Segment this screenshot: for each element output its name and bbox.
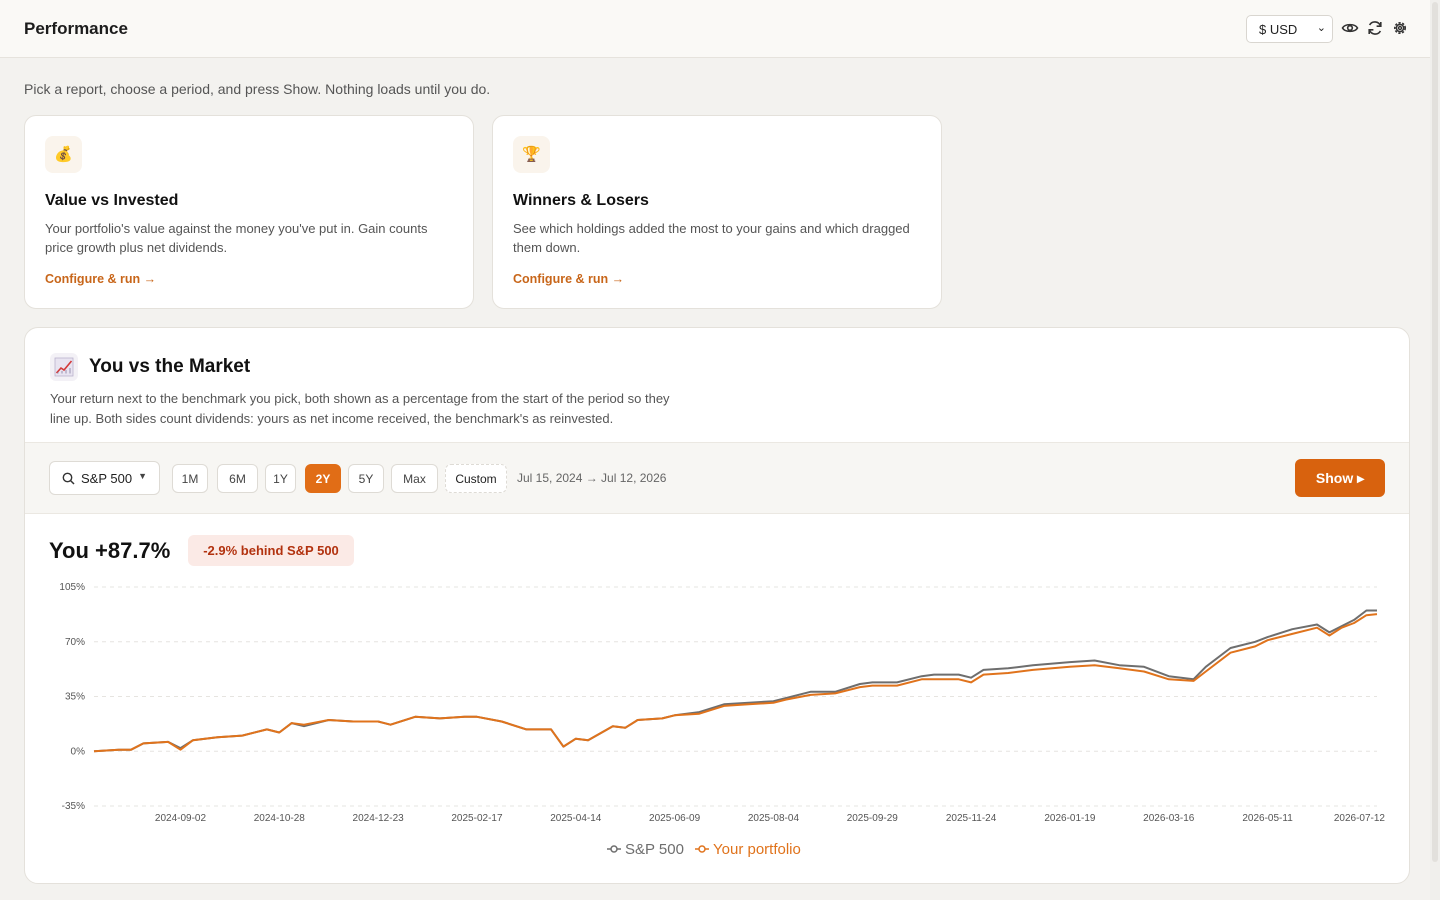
x-tick-label: 2024-12-23: [353, 813, 405, 824]
legend-label: S&P 500: [625, 841, 684, 858]
x-tick-label: 2025-08-04: [748, 813, 800, 824]
card-description: Your portfolio's value against the money…: [45, 221, 428, 255]
y-tick-label: 105%: [59, 582, 85, 593]
top-bar: Performance $ USD ⌄: [0, 0, 1430, 58]
eye-icon[interactable]: [1341, 19, 1359, 37]
x-tick-label: 2024-09-02: [155, 813, 207, 824]
currency-select[interactable]: $ USD ⌄: [1246, 15, 1333, 43]
x-tick-label: 2026-05-11: [1242, 813, 1293, 824]
report-card-winners-losers[interactable]: 🏆 Winners & Losers See which holdings ad…: [492, 115, 942, 309]
page-title: Performance: [24, 19, 128, 38]
x-tick-label: 2026-01-19: [1044, 813, 1096, 824]
refresh-icon[interactable]: [1366, 19, 1384, 37]
you-vs-market-panel: You vs the Market Your return next to th…: [24, 327, 1410, 884]
x-tick-label: 2025-06-09: [649, 813, 701, 824]
y-tick-label: 35%: [65, 692, 85, 703]
configure-run-link[interactable]: Configure & run →: [513, 272, 624, 286]
settings-icon[interactable]: [1391, 19, 1409, 37]
series-line-portfolio: [93, 613, 1378, 753]
trophy-icon: 🏆: [513, 136, 550, 173]
y-tick-label: 0%: [71, 746, 86, 757]
intro-text: Pick a report, choose a period, and pres…: [24, 81, 491, 97]
chevron-down-icon: ⌄: [1316, 22, 1326, 34]
card-title: Value vs Invested: [45, 192, 179, 209]
y-tick-label: 70%: [65, 637, 85, 648]
money-bag-icon: 💰: [45, 136, 82, 173]
performance-line-chart: 105% 70% 35% 0% -35% 2024-09-02 2024-10-28 2024…: [59, 582, 1386, 858]
x-tick-label: 2025-04-14: [550, 813, 602, 824]
x-tick-label: 2024-10-28: [254, 813, 306, 824]
card-description: See which holdings added the most to you…: [513, 221, 910, 255]
report-card-value-vs-invested[interactable]: 💰 Value vs Invested Your portfolio's val…: [24, 115, 474, 309]
x-tick-label: 2025-02-17: [451, 813, 503, 824]
legend-marker-dot: [698, 845, 706, 853]
y-tick-label: -35%: [62, 801, 85, 812]
legend-marker-dot: [610, 845, 618, 853]
legend-label: Your portfolio: [713, 841, 801, 858]
x-tick-label: 2026-07-12: [1334, 813, 1386, 824]
scrollbar-thumb[interactable]: [1432, 2, 1438, 862]
currency-value: $ USD: [1259, 22, 1298, 37]
card-title: Winners & Losers: [513, 192, 649, 209]
configure-run-link[interactable]: Configure & run →: [45, 272, 156, 286]
x-tick-label: 2025-09-29: [847, 813, 899, 824]
x-tick-label: 2026-03-16: [1143, 813, 1195, 824]
x-tick-label: 2025-11-24: [946, 813, 997, 824]
scrollbar[interactable]: [1430, 0, 1440, 900]
